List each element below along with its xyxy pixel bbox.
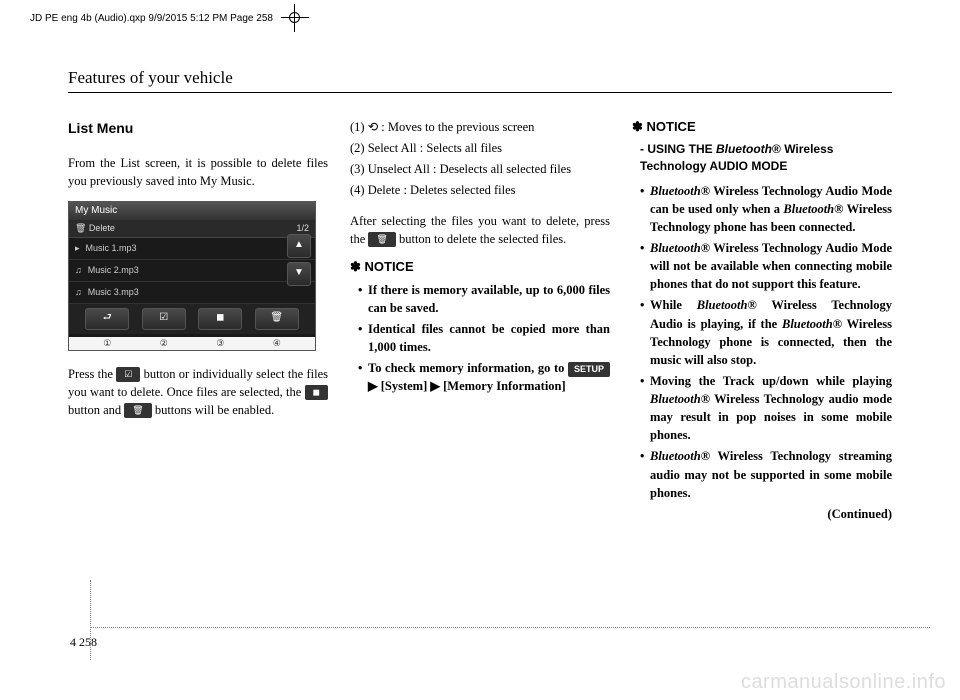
footer-dotted-horizontal xyxy=(90,627,930,628)
bullet: Bluetooth® Wireless Technology Audio Mod… xyxy=(640,239,892,293)
list-menu-para2: Press the ☑ button or individually selec… xyxy=(68,365,328,419)
bullet: Bluetooth® Wireless Technology Audio Mod… xyxy=(640,182,892,236)
print-meta: JD PE eng 4b (Audio).qxp 9/9/2015 5:12 P… xyxy=(30,8,305,28)
trash-icon: 🗑 xyxy=(255,308,299,330)
crop-mark-icon xyxy=(285,8,305,28)
select-all-button-icon: ☑ xyxy=(116,367,140,382)
item-3: (3) Unselect All : Deselects all selecte… xyxy=(350,160,610,178)
stop-button-icon: ◼ xyxy=(305,385,328,400)
after-select-para: After selecting the files you want to de… xyxy=(350,212,610,248)
label-3: ③ xyxy=(198,337,242,350)
screen-row: ♫Music 3.mp3 xyxy=(69,282,315,304)
column-1: List Menu From the List screen, it is po… xyxy=(68,118,328,523)
label-2: ② xyxy=(142,337,186,350)
item-1: (1) ⟲ : Moves to the previous screen xyxy=(350,118,610,136)
screen-bottom-buttons: ⮐ ☑ ◼ 🗑 xyxy=(69,304,315,334)
list-menu-intro: From the List screen, it is possible to … xyxy=(68,154,328,190)
trash-button-icon: 🗑 xyxy=(124,403,151,418)
notice-bullets: Bluetooth® Wireless Technology Audio Mod… xyxy=(632,182,892,502)
notice-subheading: - USING THE Bluetooth® Wireless Technolo… xyxy=(640,141,892,176)
screen-subtitle-left: 🗑 Delete xyxy=(75,222,115,235)
item-4: (4) Delete : Deletes selected files xyxy=(350,181,610,199)
label-4: ④ xyxy=(255,337,299,350)
scroll-arrows: ▲ ▼ xyxy=(287,234,311,286)
select-all-icon: ☑ xyxy=(142,308,186,330)
music-note-icon: ♫ xyxy=(75,264,82,277)
device-screenshot: My Music 🗑 Delete 1/2 ▸Music 1.mp3 ♫Musi… xyxy=(68,201,316,351)
screen-row: ♫Music 2.mp3 xyxy=(69,260,315,282)
content-columns: List Menu From the List screen, it is po… xyxy=(68,118,892,523)
watermark: carmanualsonline.info xyxy=(741,671,946,694)
list-menu-heading: List Menu xyxy=(68,118,328,138)
numbered-list: (1) ⟲ : Moves to the previous screen (2)… xyxy=(350,118,610,200)
title-rule xyxy=(68,92,892,93)
music-note-icon: ♫ xyxy=(75,286,82,299)
column-3: ✽ NOTICE - USING THE Bluetooth® Wireless… xyxy=(632,118,892,523)
back-icon: ⮐ xyxy=(85,308,129,330)
page-number: 4 258 xyxy=(70,635,97,650)
notice-heading: ✽ NOTICE xyxy=(350,258,610,277)
play-icon: ▸ xyxy=(75,242,80,255)
unselect-icon: ◼ xyxy=(198,308,242,330)
item-2: (2) Select All : Selects all files xyxy=(350,139,610,157)
bullet: If there is memory available, up to 6,00… xyxy=(358,281,610,317)
screen-subbar: 🗑 Delete 1/2 xyxy=(69,220,315,238)
scroll-up-icon: ▲ xyxy=(287,234,311,258)
bullet: While Bluetooth® Wireless Technology Aud… xyxy=(640,296,892,369)
scroll-down-icon: ▼ xyxy=(287,262,311,286)
bullet: Moving the Track up/down while playing B… xyxy=(640,372,892,445)
notice-heading: ✽ NOTICE xyxy=(632,118,892,137)
section-title: Features of your vehicle xyxy=(68,68,233,88)
column-2: (1) ⟲ : Moves to the previous screen (2)… xyxy=(350,118,610,523)
file-info: JD PE eng 4b (Audio).qxp 9/9/2015 5:12 P… xyxy=(30,13,273,24)
screen-row: ▸Music 1.mp3 xyxy=(69,238,315,260)
screen-bottom-labels: ① ② ③ ④ xyxy=(69,337,315,350)
bullet: Bluetooth® Wireless Technology streaming… xyxy=(640,447,892,501)
bullet: Identical files cannot be copied more th… xyxy=(358,320,610,356)
continued-label: (Continued) xyxy=(632,505,892,523)
setup-button-icon: SETUP xyxy=(568,362,610,377)
bullet: To check memory information, go to SETUP… xyxy=(358,359,610,395)
trash-button-icon: 🗑 xyxy=(368,232,395,247)
notice-bullets: If there is memory available, up to 6,00… xyxy=(350,281,610,396)
label-1: ① xyxy=(85,337,129,350)
screen-title: My Music xyxy=(69,202,315,221)
